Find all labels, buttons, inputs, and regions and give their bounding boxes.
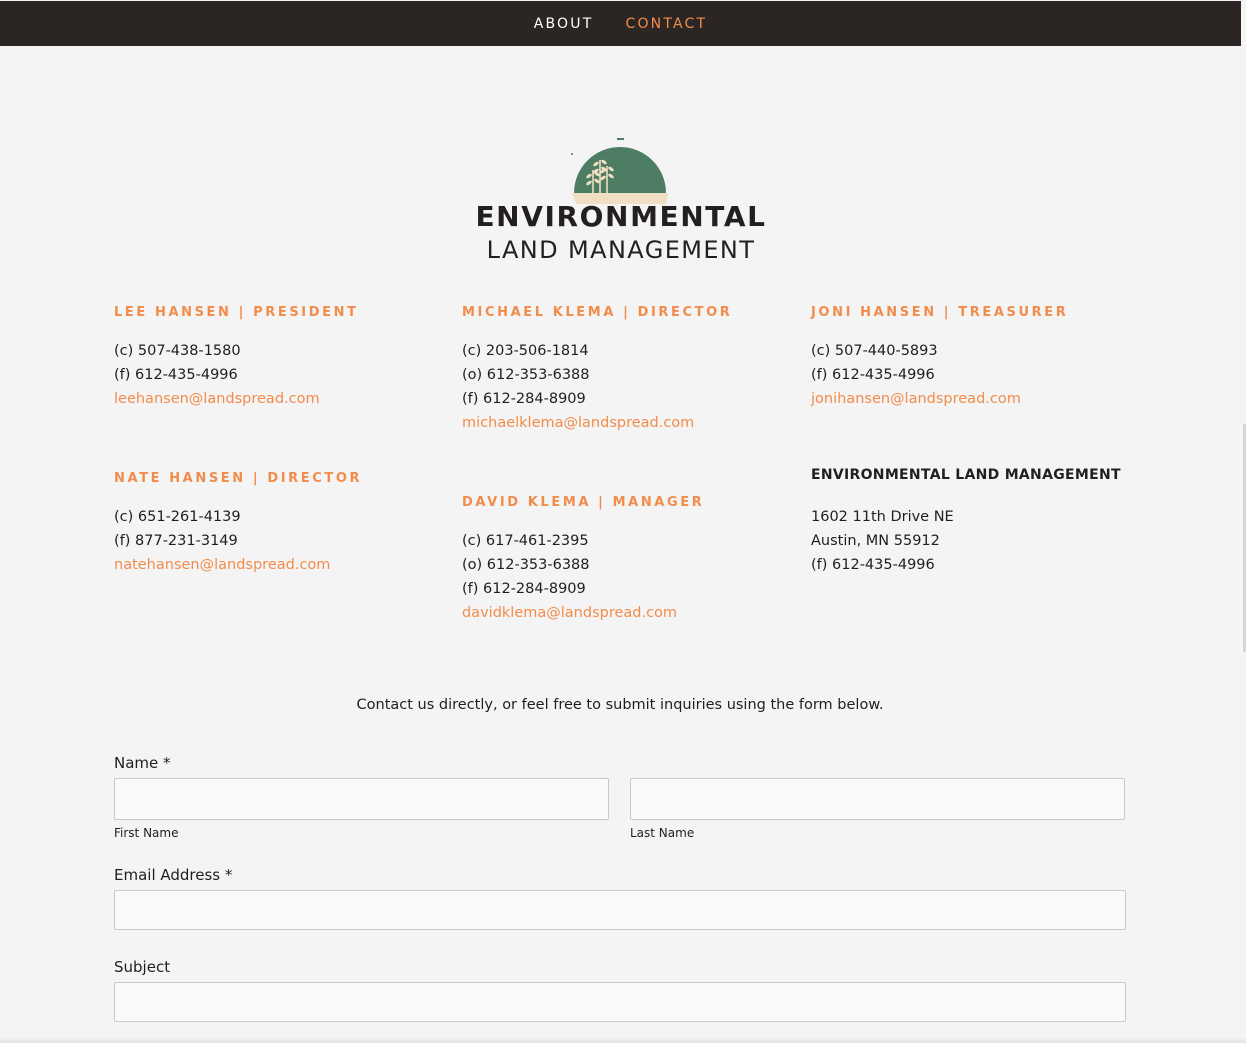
nav-link-contact[interactable]: CONTACT [625, 16, 707, 32]
contact-phone-fax: (f) 612-435-4996 [811, 367, 935, 383]
contact-phone-fax: (f) 877-231-3149 [114, 533, 238, 549]
bottom-shadow-divider [0, 1037, 1246, 1043]
email-address-input[interactable] [114, 890, 1126, 930]
logo-wordmark-line-2: LAND MANAGEMENT [486, 236, 756, 264]
company-address-card: ENVIRONMENTAL LAND MANAGEMENT 1602 11th … [811, 467, 1131, 577]
sun-trees-logo-icon [571, 138, 668, 204]
company-fax: (f) 612-435-4996 [811, 557, 935, 573]
contact-heading: NATE HANSEN | DIRECTOR [114, 471, 363, 486]
contact-card-michael-klema: MICHAEL KLEMA | DIRECTOR (c) 203-506-181… [462, 305, 782, 435]
sun-shape [574, 147, 666, 193]
contact-phone-office: (o) 612-353-6388 [462, 367, 590, 383]
first-name-input[interactable] [114, 778, 609, 820]
contact-card-david-klema: DAVID KLEMA | MANAGER (c) 617-461-2395 (… [462, 495, 782, 625]
contact-email-link[interactable]: leehansen@landspread.com [114, 387, 320, 411]
name-field-label: Name * [114, 754, 171, 772]
contact-phone-fax: (f) 612-284-8909 [462, 581, 586, 597]
contact-phone-cell: (c) 203-506-1814 [462, 343, 589, 359]
contact-heading: LEE HANSEN | PRESIDENT [114, 305, 359, 320]
company-city: Austin, MN 55912 [811, 533, 940, 549]
contact-phone-cell: (c) 651-261-4139 [114, 509, 241, 525]
email-field-label: Email Address * [114, 866, 233, 884]
company-name-heading: ENVIRONMENTAL LAND MANAGEMENT [811, 467, 1121, 483]
company-street: 1602 11th Drive NE [811, 509, 954, 525]
company-logo: ENVIRONMENTAL LAND MANAGEMENT [468, 136, 774, 268]
contact-phone-cell: (c) 507-440-5893 [811, 343, 938, 359]
contact-page: ABOUT CONTACT ENVIRONMENTAL LAND MANAGEM… [0, 0, 1246, 1043]
last-name-label: Last Name [630, 826, 695, 840]
logo-wordmark-line-1: ENVIRONMENTAL [475, 200, 767, 233]
last-name-input[interactable] [630, 778, 1125, 820]
contact-email-link[interactable]: jonihansen@landspread.com [811, 387, 1021, 411]
contact-email-link[interactable]: natehansen@landspread.com [114, 553, 330, 577]
contact-email-link[interactable]: michaelklema@landspread.com [462, 411, 694, 435]
contact-card-nate-hansen: NATE HANSEN | DIRECTOR (c) 651-261-4139 … [114, 471, 434, 577]
contact-phone-fax: (f) 612-284-8909 [462, 391, 586, 407]
contact-phone-fax: (f) 612-435-4996 [114, 367, 238, 383]
subject-input[interactable] [114, 982, 1126, 1022]
contact-card-joni-hansen: JONI HANSEN | TREASURER (c) 507-440-5893… [811, 305, 1131, 411]
nav-link-about[interactable]: ABOUT [534, 16, 594, 32]
contact-heading: MICHAEL KLEMA | DIRECTOR [462, 305, 733, 320]
contact-card-lee-hansen: LEE HANSEN | PRESIDENT (c) 507-438-1580 … [114, 305, 434, 411]
contact-phone-cell: (c) 507-438-1580 [114, 343, 241, 359]
contact-phone-cell: (c) 617-461-2395 [462, 533, 589, 549]
top-navigation: ABOUT CONTACT [0, 1, 1241, 46]
contact-heading: DAVID KLEMA | MANAGER [462, 495, 705, 510]
form-intro-text: Contact us directly, or feel free to sub… [356, 697, 884, 713]
subject-field-label: Subject [114, 958, 171, 976]
contact-heading: JONI HANSEN | TREASURER [811, 305, 1069, 320]
contact-phone-office: (o) 612-353-6388 [462, 557, 590, 573]
first-name-label: First Name [114, 826, 179, 840]
contact-email-link[interactable]: davidklema@landspread.com [462, 601, 677, 625]
